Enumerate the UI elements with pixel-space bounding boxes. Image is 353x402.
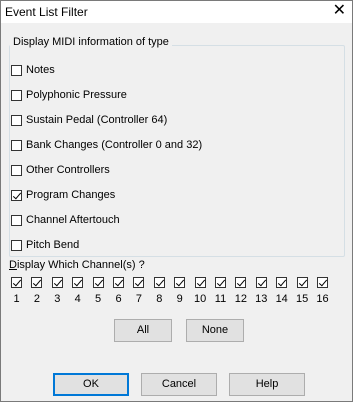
channel-checkbox[interactable] (276, 277, 288, 288)
title-bar: Event List Filter ✕ (1, 1, 352, 23)
checkbox[interactable] (11, 164, 22, 176)
checkbox-label: Other Controllers (26, 164, 110, 176)
close-icon[interactable]: ✕ (333, 2, 346, 20)
none-button[interactable]: None (186, 319, 244, 342)
channel-number: 3 (54, 293, 61, 305)
channel-number: 6 (115, 293, 122, 305)
channel-checkbox[interactable] (51, 277, 63, 288)
midi-type-option[interactable]: Polyphonic Pressure (11, 87, 127, 103)
checkbox[interactable] (11, 89, 22, 101)
checkbox-label: Bank Changes (Controller 0 and 32) (26, 139, 203, 151)
cancel-button[interactable]: Cancel (141, 373, 217, 396)
all-button[interactable]: All (114, 319, 172, 342)
channel-checkbox[interactable] (31, 277, 43, 288)
channel-number: 5 (95, 293, 102, 305)
channels-title: Display Which Channel(s) ? (9, 259, 145, 271)
midi-type-option[interactable]: Notes (11, 62, 55, 78)
event-list-filter-dialog: Event List Filter ✕ Display MIDI informa… (0, 0, 353, 402)
checkbox-label: Program Changes (26, 189, 116, 201)
checkbox-label: Polyphonic Pressure (26, 89, 127, 101)
checkbox[interactable] (11, 189, 22, 201)
midi-type-option[interactable]: Program Changes (11, 187, 115, 203)
channel-checkbox[interactable] (92, 277, 104, 288)
channel-number: 1 (13, 293, 20, 305)
channel-number: 16 (316, 293, 329, 305)
midi-type-option[interactable]: Pitch Bend (11, 237, 79, 253)
checkbox[interactable] (11, 214, 22, 226)
channel-number: 10 (193, 293, 207, 305)
checkbox-label: Sustain Pedal (Controller 64) (26, 114, 168, 126)
window-title: Event List Filter (5, 5, 88, 19)
checkbox-label: Pitch Bend (26, 239, 80, 251)
channel-number: 12 (234, 293, 248, 305)
channel-checkbox[interactable] (235, 277, 247, 288)
channel-number: 11 (214, 293, 227, 305)
midi-type-option[interactable]: Other Controllers (11, 162, 110, 178)
channel-checkbox[interactable] (113, 277, 124, 288)
channel-checkbox[interactable] (72, 277, 84, 288)
channel-number: 14 (275, 293, 288, 305)
channel-checkbox[interactable] (153, 277, 165, 288)
channel-number: 4 (74, 293, 81, 305)
checkbox-label: Notes (26, 64, 55, 76)
midi-type-option[interactable]: Bank Changes (Controller 0 and 32) (11, 137, 202, 153)
checkbox[interactable] (11, 64, 22, 76)
channel-checkbox[interactable] (174, 277, 186, 288)
channel-checkbox[interactable] (255, 277, 267, 288)
midi-type-option[interactable]: Channel Aftertouch (11, 212, 120, 228)
midi-type-option[interactable]: Sustain Pedal (Controller 64) (11, 112, 167, 128)
checkbox[interactable] (11, 239, 22, 251)
channel-number: 9 (176, 293, 183, 305)
channel-checkbox[interactable] (296, 277, 308, 288)
channel-checkbox[interactable] (11, 277, 22, 288)
channel-number: 8 (156, 293, 163, 305)
midi-type-group-legend: Display MIDI information of type (10, 36, 172, 48)
channel-checkbox[interactable] (317, 277, 328, 288)
channel-number: 7 (135, 293, 142, 305)
channel-checkbox[interactable] (215, 277, 226, 288)
ok-button[interactable]: OK (53, 373, 129, 396)
checkbox[interactable] (11, 139, 22, 151)
channel-checkbox[interactable] (133, 277, 145, 288)
channel-checkbox[interactable] (194, 277, 206, 288)
channel-number: 15 (295, 293, 309, 305)
checkbox-label: Channel Aftertouch (26, 214, 120, 226)
channel-number: 13 (255, 293, 268, 305)
help-button[interactable]: Help (229, 373, 305, 396)
channel-number: 2 (33, 293, 40, 305)
checkbox[interactable] (11, 114, 22, 126)
